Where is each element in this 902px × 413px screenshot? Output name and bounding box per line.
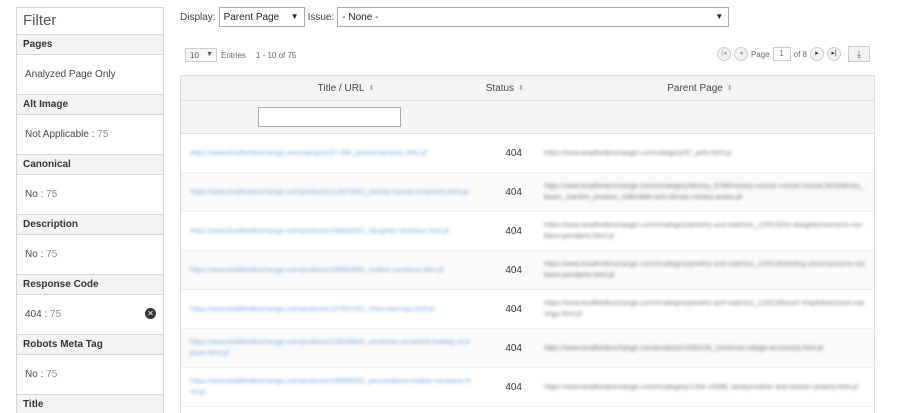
filter-section-heading: Robots Meta Tag — [17, 335, 163, 355]
filter-option[interactable]: Not Applicable : 75 — [17, 115, 163, 155]
entries-control: 10 ▼ Entries 1 - 10 of 75 — [185, 48, 296, 62]
table-row: https://www.bradfordexchange.com/product… — [181, 173, 874, 212]
status-code: 404 — [505, 264, 522, 276]
download-icon[interactable]: ⤓ — [848, 46, 870, 62]
column-header-label: Title / URL — [317, 82, 365, 94]
filter-option-count: 75 — [46, 369, 58, 380]
parent-page-url: https://www.bradfordexchange.com/mcatego… — [544, 183, 865, 201]
filter-section-heading: Title — [17, 395, 163, 413]
sort-icon: ⬍ — [726, 85, 733, 92]
url-filter-input[interactable] — [258, 107, 401, 127]
issue-label: Issue: — [307, 11, 335, 23]
filter-option-label: Analyzed Page Only — [25, 69, 116, 80]
sort-icon: ⬍ — [518, 85, 524, 92]
issue-select[interactable]: - None - ▼ — [337, 7, 730, 27]
filter-option-label: No — [25, 189, 38, 200]
status-code: 404 — [505, 147, 522, 159]
page-url-link[interactable]: https://www.bradfordexchange.com/product… — [190, 304, 471, 315]
last-page-icon[interactable]: ▸| — [827, 47, 841, 61]
table-row: https://www.bradfordexchange.com/product… — [181, 290, 874, 329]
page-url-link[interactable]: https://www.bradfordexchange.com/product… — [190, 376, 471, 398]
filter-option[interactable]: No : 75 — [17, 355, 163, 395]
page-url-link[interactable]: https://www.bradfordexchange.com/product… — [190, 265, 471, 276]
page-of-text: of 8 — [793, 49, 807, 59]
filter-option-count: 75 — [97, 129, 109, 140]
separator: : — [37, 369, 47, 380]
separator: : — [37, 189, 47, 200]
filter-option-label: No — [25, 369, 38, 380]
column-header-parent-page[interactable]: Parent Page ⬍ — [526, 76, 874, 100]
page-url-link[interactable]: https://www.bradfordexchange.com/categor… — [190, 148, 471, 159]
filter-option-count: 75 — [46, 249, 58, 260]
first-page-icon[interactable]: |◂ — [716, 47, 731, 61]
filter-sidebar: Filter Pages Analyzed Page Only Alt Image N… — [16, 7, 164, 413]
table-row: https://www.bradfordexchange.com/categor… — [181, 134, 874, 173]
range-text: 1 - 10 of 75 — [255, 50, 297, 60]
issue-select-value: - None - — [342, 11, 379, 23]
parent-page-url: https://www.bradfordexchange.com/mcatego… — [544, 261, 866, 279]
status-code: 404 — [505, 186, 522, 198]
sort-icon: ⬍ — [368, 85, 375, 92]
display-select[interactable]: Parent Page ▼ — [218, 7, 305, 27]
filter-option-count: 75 — [50, 309, 62, 320]
page-number-input[interactable]: 1 — [772, 47, 791, 61]
filter-option-count: 75 — [46, 189, 58, 200]
entries-label: Entries — [221, 50, 246, 60]
status-code: 404 — [505, 381, 522, 393]
page-size-select[interactable]: 10 ▼ — [185, 48, 217, 62]
table-header: Title / URL ⬍ Status ⬍ Parent Page ⬍ — [181, 76, 874, 101]
filter-option[interactable]: 404 : 75 ✕ — [17, 295, 163, 335]
filter-option[interactable]: No : 75 — [17, 235, 163, 275]
display-toolbar: Display: Parent Page ▼ Issue: - None - ▼ — [180, 6, 730, 28]
filter-section-heading: Description — [17, 215, 163, 235]
table-row: https://www.bradfordexchange.com/product… — [181, 212, 874, 251]
status-code: 404 — [505, 303, 522, 315]
column-header-label: Parent Page — [667, 82, 723, 94]
chevron-down-icon: ▼ — [206, 51, 213, 58]
table-row: https://www.bradfordexchange.com/product… — [181, 329, 874, 368]
clear-filter-icon[interactable]: ✕ — [145, 308, 156, 319]
parent-page-url: https://www.bradfordexchange.com/categor… — [544, 149, 732, 157]
chevron-down-icon: ▼ — [715, 12, 724, 21]
parent-page-url: https://www.bradfordexchange.com/mcatego… — [544, 383, 859, 391]
status-code: 404 — [505, 342, 522, 354]
pagination: |◂ ◂ Page 1 of 8 ▸ ▸| ⤓ — [716, 46, 870, 62]
display-select-value: Parent Page — [223, 11, 280, 23]
table-row: https://www.bradfordexchange.com/product… — [181, 368, 874, 407]
next-page-icon[interactable]: ▸ — [810, 47, 824, 61]
filter-section-heading: Alt Image — [17, 95, 163, 115]
page-url-link[interactable]: https://www.bradfordexchange.com/product… — [190, 226, 471, 237]
parent-page-url: https://www.bradfordexchange.com/mcatego… — [544, 300, 865, 318]
filter-option-label: Not Applicable — [25, 129, 89, 140]
filter-section-heading: Canonical — [17, 155, 163, 175]
filter-option[interactable]: Analyzed Page Only — [17, 55, 163, 95]
table-row: https://www.bradfordexchange.com/product… — [181, 251, 874, 290]
filter-option-label: No — [25, 249, 38, 260]
display-label: Display: — [180, 11, 216, 23]
page-size-value: 10 — [190, 50, 199, 60]
filter-option-label: 404 — [25, 309, 42, 320]
page-label: Page — [750, 49, 770, 59]
parent-page-url: https://www.bradfordexchange.com/mcatego… — [544, 222, 863, 240]
page-url-link[interactable]: https://www.bradfordexchange.com/product… — [190, 187, 471, 198]
filter-option[interactable]: No : 75 — [17, 175, 163, 215]
column-header-status[interactable]: Status ⬍ — [471, 76, 526, 100]
separator: : — [37, 249, 47, 260]
chevron-down-icon: ▼ — [290, 12, 299, 21]
parent-page-url: https://www.bradfordexchange.com/product… — [544, 344, 824, 352]
prev-page-icon[interactable]: ◂ — [733, 47, 748, 61]
table-body: https://www.bradfordexchange.com/categor… — [181, 134, 874, 407]
filter-section-heading: Pages — [17, 35, 163, 55]
column-filter-row — [181, 101, 874, 134]
page-url-link[interactable]: https://www.bradfordexchange.com/product… — [190, 337, 471, 359]
results-table: Title / URL ⬍ Status ⬍ Parent Page ⬍ https://… — [180, 75, 875, 413]
filter-title: Filter — [17, 8, 163, 35]
separator: : — [41, 309, 51, 320]
column-header-label: Status — [485, 82, 515, 94]
status-code: 404 — [505, 225, 522, 237]
filter-section-heading: Response Code — [17, 275, 163, 295]
column-header-title-url[interactable]: Title / URL ⬍ — [181, 76, 471, 100]
